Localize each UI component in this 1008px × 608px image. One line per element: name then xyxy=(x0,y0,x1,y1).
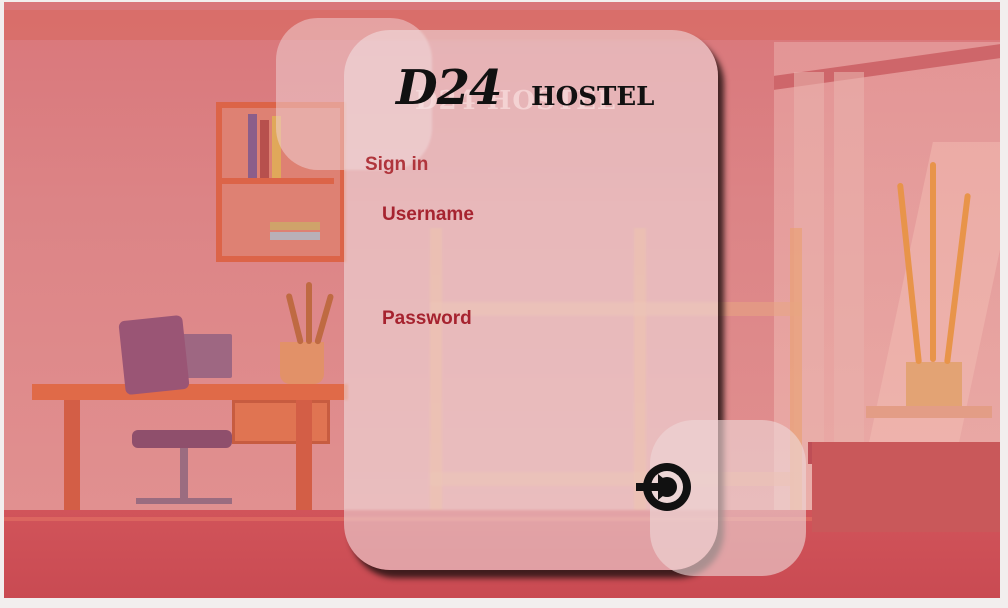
login-arrow-icon xyxy=(636,463,691,511)
username-input[interactable] xyxy=(382,236,686,272)
logo-subtitle: HOSTEL xyxy=(531,82,655,112)
sign-in-heading: Sign in xyxy=(365,154,429,175)
sign-in-submit-button[interactable] xyxy=(632,454,698,520)
password-label: Password xyxy=(382,308,472,329)
username-label: Username xyxy=(382,204,474,225)
password-input[interactable] xyxy=(382,340,686,376)
logo-title: D24 xyxy=(396,60,502,116)
